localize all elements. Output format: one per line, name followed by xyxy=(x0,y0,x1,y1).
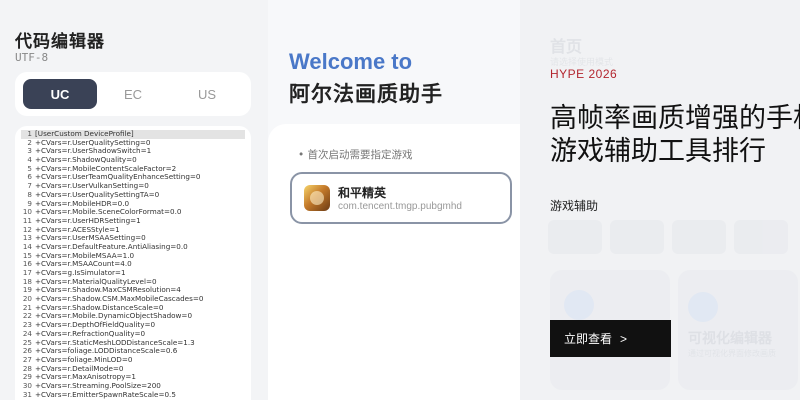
view-now-label: 立即查看 xyxy=(564,332,613,346)
welcome-screen: Welcome to 阿尔法画质助手 • 首次启动需要指定游戏 和平精英 com… xyxy=(268,0,520,400)
background-chip xyxy=(610,220,664,254)
background-feature-subtitle: 通过可视化界面修改画质 xyxy=(688,349,776,358)
background-edit-icon xyxy=(564,290,594,320)
game-name: 和平精英 xyxy=(338,186,387,200)
encoding-label: UTF-8 xyxy=(15,51,49,64)
welcome-title: Welcome to xyxy=(289,49,413,74)
article-category[interactable]: 游戏辅助 xyxy=(550,197,598,214)
code-line: 31 +CVars=r.EmitterSpawnRateScale=0.5 xyxy=(21,389,245,400)
game-package-name: com.tencent.tmgp.pubgmhd xyxy=(338,201,462,212)
background-feature-title: 可视化编辑器 xyxy=(688,331,772,347)
background-edit-icon xyxy=(688,292,718,322)
line-number: 31 xyxy=(22,389,32,399)
game-select-card[interactable]: 和平精英 com.tencent.tmgp.pubgmhd xyxy=(290,172,512,224)
first-launch-hint: • 首次启动需要指定游戏 xyxy=(298,149,413,161)
app-name: 阿尔法画质助手 xyxy=(289,82,443,106)
tab-us[interactable]: US xyxy=(170,79,244,109)
background-chip xyxy=(548,220,602,254)
game-app-icon xyxy=(304,185,330,211)
background-chip-row xyxy=(548,220,788,254)
background-home-title: 首页 xyxy=(550,37,583,56)
code-text-area[interactable]: 1 [UserCustom DeviceProfile] 2 +CVars=r.Use… xyxy=(15,126,251,400)
code-editor-panel: 代码编辑器 UTF-8 UC EC US 1 [UserCustom Device… xyxy=(0,0,268,400)
tab-uc[interactable]: UC xyxy=(23,79,97,109)
article-tag: HYPE 2026 xyxy=(550,67,618,81)
welcome-card xyxy=(268,124,520,400)
view-now-button[interactable]: 立即查看 > xyxy=(550,320,671,357)
article-panel: 首页 请选择使用模式 可视化编辑器 通过可视化界面修改画质 HYPE 2026 … xyxy=(520,0,800,400)
profile-tabs: UC EC US xyxy=(15,72,251,116)
background-chip xyxy=(734,220,788,254)
editor-title: 代码编辑器 xyxy=(15,32,105,52)
code-line-text: +CVars=r.EmitterSpawnRateScale=0.5 xyxy=(35,389,176,399)
article-headline: 高帧率画质增强的手机游戏辅助工具排行 xyxy=(550,103,800,167)
chevron-right-icon: > xyxy=(620,331,628,346)
tab-ec[interactable]: EC xyxy=(96,79,170,109)
background-chip xyxy=(672,220,726,254)
